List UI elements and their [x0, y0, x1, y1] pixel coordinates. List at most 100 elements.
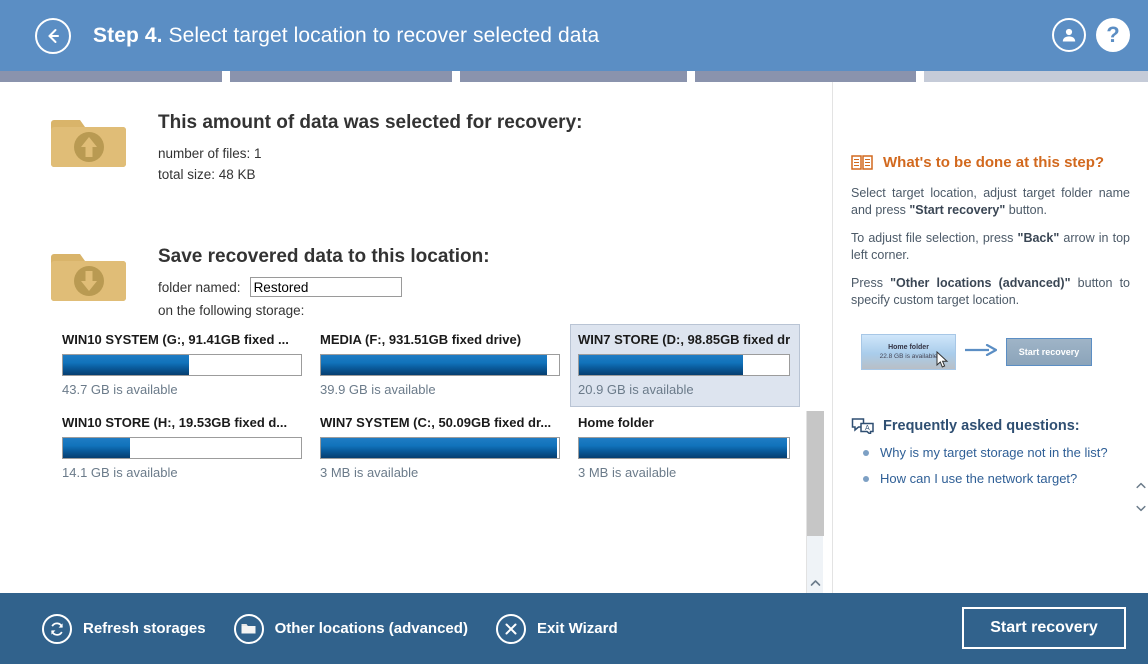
- faq-link[interactable]: How can I use the network target?: [880, 470, 1077, 488]
- panel-scroll-up-button[interactable]: [1134, 477, 1148, 493]
- exit-wizard-button[interactable]: Exit Wizard: [495, 613, 618, 644]
- scroll-up-button[interactable]: [807, 573, 824, 593]
- wizard-progress-bar: [0, 71, 1148, 82]
- storage-item[interactable]: MEDIA (F:, 931.51GB fixed drive) 39.9 GB …: [312, 324, 570, 407]
- help-panel-header: What's to be done at this step?: [851, 154, 1130, 171]
- step-title: Select target location to recover select…: [168, 23, 600, 47]
- folder-name-row: folder named:: [158, 277, 490, 297]
- storage-usage-bar: [578, 437, 790, 459]
- storage-item[interactable]: WIN10 SYSTEM (G:, 91.41GB fixed ... 43.7 …: [54, 324, 312, 407]
- file-count: number of files: 1: [158, 146, 262, 161]
- page-title: Step 4. Select target location to recove…: [93, 24, 599, 48]
- total-size: total size: 48 KB: [158, 167, 256, 182]
- faq-item[interactable]: How can I use the network target?: [851, 470, 1130, 488]
- faq-item[interactable]: Why is my target storage not in the list…: [851, 444, 1130, 462]
- bullet-icon: [863, 476, 869, 482]
- storage-name: WIN10 SYSTEM (G:, 91.41GB fixed ...: [62, 332, 289, 347]
- back-button[interactable]: [35, 17, 71, 54]
- scrollbar-thumb[interactable]: [807, 411, 824, 536]
- help-p2-b: "Back": [1017, 231, 1060, 245]
- storage-available: 39.9 GB is available: [320, 382, 436, 397]
- account-button[interactable]: [1052, 18, 1086, 52]
- help-p3-a: Press: [851, 276, 891, 290]
- panel-scroll-down-button[interactable]: [1134, 500, 1148, 516]
- selected-data-block: This amount of data was selected for rec…: [50, 110, 582, 185]
- chevron-down-icon: [1136, 505, 1146, 511]
- storage-item[interactable]: Home folder 3 MB is available: [570, 407, 800, 490]
- folder-name-label: folder named:: [158, 279, 241, 295]
- help-p2-a: To adjust file selection, press: [851, 231, 1018, 245]
- start-recovery-button[interactable]: Start recovery: [962, 607, 1126, 649]
- app-footer: Refresh storages Other locations (advanc…: [0, 593, 1148, 664]
- progress-notch: [452, 71, 460, 82]
- illustration-card-title: Home folder: [888, 344, 929, 351]
- progress-notch: [222, 71, 230, 82]
- storage-list[interactable]: WIN10 SYSTEM (G:, 91.41GB fixed ... 43.7 …: [54, 324, 822, 542]
- help-paragraph-3: Press "Other locations (advanced)" butto…: [851, 275, 1130, 309]
- storage-list-scrollbar[interactable]: [806, 411, 824, 623]
- storage-name: WIN7 SYSTEM (C:, 50.09GB fixed dr...: [320, 415, 552, 430]
- storage-usage-bar: [578, 354, 790, 376]
- selected-data-heading: This amount of data was selected for rec…: [158, 112, 583, 133]
- illustration-card-subtitle: 22.8 GB is available: [879, 353, 938, 360]
- mouse-cursor-icon: [936, 350, 949, 374]
- exit-wizard-label: Exit Wizard: [536, 620, 618, 637]
- app-header: Step 4. Select target location to recove…: [0, 0, 1148, 71]
- help-panel-scrollbar[interactable]: [1134, 82, 1148, 593]
- chevron-up-icon: [1136, 482, 1146, 488]
- book-icon: [851, 154, 875, 171]
- help-p1-b: "Start recovery": [909, 203, 1006, 217]
- storage-usage-bar: [62, 354, 302, 376]
- left-column: This amount of data was selected for rec…: [0, 82, 833, 623]
- storage-name: MEDIA (F:, 931.51GB fixed drive): [320, 332, 522, 347]
- help-p1-c: button.: [1005, 203, 1048, 217]
- header-actions: ?: [1052, 18, 1130, 52]
- help-illustration: Home folder 22.8 GB is available Start r…: [861, 329, 1130, 375]
- storage-item[interactable]: WIN10 STORE (H:, 19.53GB fixed d... 14.1 …: [54, 407, 312, 490]
- faq-header: A Frequently asked questions:: [851, 417, 1130, 434]
- refresh-icon: [42, 613, 72, 644]
- refresh-storages-label: Refresh storages: [83, 620, 206, 637]
- storage-available: 14.1 GB is available: [62, 465, 178, 480]
- folder-name-input[interactable]: [249, 277, 402, 297]
- save-location-block: Save recovered data to this location: fo…: [50, 244, 490, 321]
- user-icon: [1062, 28, 1076, 42]
- progress-notch: [687, 71, 695, 82]
- faq-link[interactable]: Why is my target storage not in the list…: [880, 444, 1108, 462]
- storage-name: Home folder: [578, 415, 654, 430]
- selected-data-text: This amount of data was selected for rec…: [158, 110, 582, 185]
- storage-available: 43.7 GB is available: [62, 382, 178, 397]
- bullet-icon: [863, 450, 869, 456]
- arrow-left-icon: [48, 28, 59, 43]
- storage-available: 3 MB is available: [320, 465, 419, 480]
- illustration-storage-card: Home folder 22.8 GB is available: [861, 334, 956, 370]
- question-mark-icon: ?: [1106, 22, 1120, 47]
- other-locations-label: Other locations (advanced): [274, 620, 468, 637]
- speech-bubbles-icon: A: [851, 417, 875, 434]
- faq-heading: Frequently asked questions:: [883, 417, 1080, 434]
- help-paragraph-1: Select target location, adjust target fo…: [851, 185, 1130, 219]
- close-x-icon: [495, 613, 526, 644]
- svg-text:A: A: [865, 425, 870, 432]
- help-panel-heading: What's to be done at this step?: [883, 154, 1105, 171]
- storage-available: 3 MB is available: [578, 465, 677, 480]
- refresh-storages-button[interactable]: Refresh storages: [42, 613, 206, 644]
- folder-up-icon: [50, 110, 128, 174]
- help-button[interactable]: ?: [1096, 18, 1130, 52]
- storage-usage-bar: [320, 354, 560, 376]
- save-location-text: Save recovered data to this location: fo…: [158, 244, 490, 321]
- step-label: Step 4.: [93, 23, 163, 47]
- help-panel: What's to be done at this step? Select t…: [833, 82, 1148, 593]
- arrow-right-icon: [965, 343, 998, 361]
- chevron-up-icon: [810, 580, 821, 586]
- help-p3-b: "Other locations (advanced)": [890, 276, 1071, 290]
- progress-notch: [916, 71, 924, 82]
- recovery-wizard-window: Step 4. Select target location to recove…: [0, 0, 1148, 664]
- help-paragraph-2: To adjust file selection, press "Back" a…: [851, 230, 1130, 264]
- storage-item[interactable]: WIN7 STORE (D:, 98.85GB fixed dri... 20.9…: [570, 324, 800, 407]
- storage-usage-bar: [320, 437, 560, 459]
- storage-item[interactable]: WIN7 SYSTEM (C:, 50.09GB fixed dr... 3 MB…: [312, 407, 570, 490]
- storage-usage-bar: [62, 437, 302, 459]
- storage-name: WIN7 STORE (D:, 98.85GB fixed dri...: [578, 332, 790, 347]
- other-locations-button[interactable]: Other locations (advanced): [233, 613, 468, 644]
